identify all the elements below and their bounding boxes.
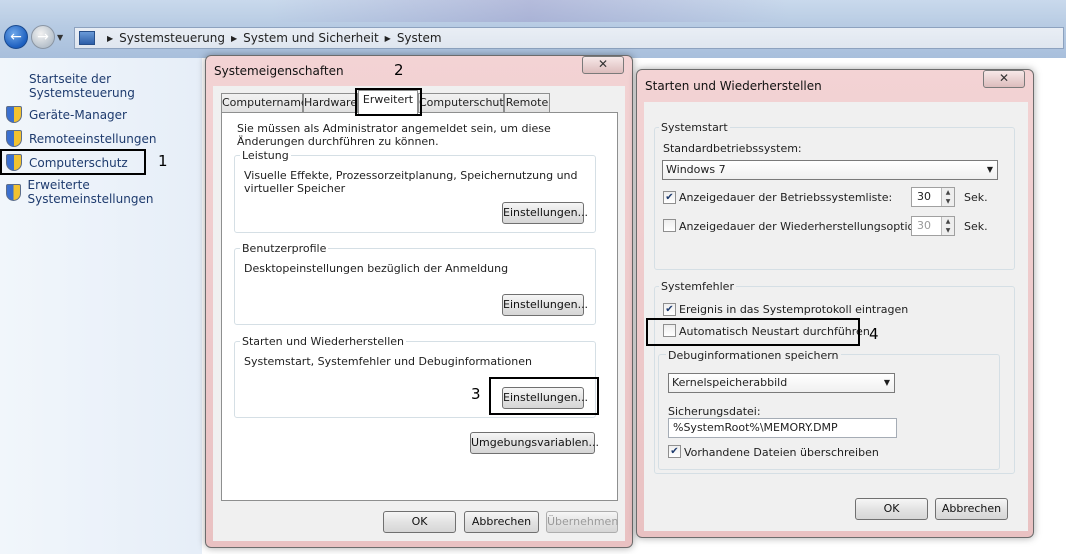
chevron-down-icon: ▼: [883, 378, 890, 387]
annotation-box-1: [0, 149, 146, 175]
show-recovery-options-label: Anzeigedauer der Wiederherstellungsoptio…: [679, 220, 939, 233]
seconds-unit-label: Sek.: [964, 191, 988, 204]
admin-note: Sie müssen als Administrator angemeldet …: [237, 122, 551, 148]
debug-info-select[interactable]: Kernelspeicherabbild ▼: [668, 373, 895, 393]
cancel-button[interactable]: Abbrechen: [464, 511, 539, 533]
checkmark-icon: ✔: [665, 304, 674, 315]
startup-recovery-group-label: Starten und Wiederherstellen: [240, 335, 406, 348]
checkmark-icon: ✔: [670, 446, 679, 457]
uac-shield-icon: [6, 183, 21, 201]
chevron-right-icon[interactable]: ▶: [107, 34, 113, 43]
control-panel-home-link[interactable]: Startseite der Systemsteuerung: [29, 72, 202, 100]
overwrite-checkbox[interactable]: ✔: [668, 445, 681, 458]
annotation-number-3: 3: [471, 385, 481, 403]
tab-system-protection[interactable]: Computerschutz: [418, 93, 510, 113]
recent-pages-dropdown[interactable]: ▼: [57, 33, 63, 42]
show-recovery-seconds-value: 30: [917, 219, 931, 232]
annotation-box-4: [646, 318, 860, 346]
tab-remote[interactable]: Remote: [504, 93, 550, 113]
sidebar-item-label: Erweiterte Systemeinstellungen: [27, 178, 154, 206]
ok-button[interactable]: OK: [855, 498, 928, 520]
show-os-list-label: Anzeigedauer der Betriebssystemliste:: [679, 191, 893, 204]
user-profiles-description: Desktopeinstellungen bezüglich der Anmel…: [244, 262, 509, 275]
cancel-button[interactable]: Abbrechen: [935, 498, 1008, 520]
seconds-unit-label: Sek.: [964, 220, 988, 233]
annotation-number-1: 1: [158, 152, 168, 170]
performance-description: Visuelle Effekte, Prozessorzeitplanung, …: [244, 169, 578, 195]
close-icon: ✕: [597, 57, 609, 71]
control-panel-icon: [79, 31, 95, 45]
taskbar-thumbnails: [270, 0, 790, 22]
show-os-list-seconds-value: 30: [917, 190, 931, 203]
uac-shield-icon: [6, 130, 22, 147]
write-event-label: Ereignis in das Systemprotokoll eintrage…: [679, 303, 909, 316]
sidebar-item-advanced-settings[interactable]: Erweiterte Systemeinstellungen: [6, 178, 202, 206]
show-recovery-seconds-input[interactable]: 30 ▲ ▼: [911, 216, 955, 236]
chevron-down-icon: ▼: [986, 165, 993, 174]
tab-hardware[interactable]: Hardware: [303, 93, 358, 113]
chevron-right-icon[interactable]: ▶: [385, 34, 391, 43]
systemfehler-group-label: Systemfehler: [659, 280, 736, 293]
performance-group-label: Leistung: [240, 149, 291, 162]
annotation-box-2: [355, 88, 422, 116]
default-os-value: Windows 7: [666, 163, 726, 176]
show-os-list-checkbox[interactable]: ✔: [663, 191, 676, 204]
sidebar-item-label: Remoteeinstellungen: [29, 131, 157, 146]
breadcrumb-system[interactable]: System: [397, 31, 442, 45]
apply-button[interactable]: Übernehmen: [546, 511, 618, 533]
arrow-left-icon: ←: [10, 29, 22, 45]
chevron-right-icon[interactable]: ▶: [231, 34, 237, 43]
forward-button[interactable]: →: [31, 25, 55, 49]
default-os-label: Standardbetriebssystem:: [663, 142, 802, 155]
dump-file-label: Sicherungsdatei:: [668, 405, 761, 418]
ok-button[interactable]: OK: [383, 511, 456, 533]
user-profiles-group-label: Benutzerprofile: [240, 242, 329, 255]
default-os-select[interactable]: Windows 7 ▼: [662, 160, 998, 180]
spin-arrows-icon[interactable]: ▲ ▼: [941, 188, 954, 206]
control-panel-sidebar: Startseite der Systemsteuerung Geräte-Ma…: [0, 58, 202, 554]
breadcrumb-system-security[interactable]: System und Sicherheit: [243, 31, 379, 45]
annotation-box-3: [489, 377, 599, 415]
breadcrumb-control-panel[interactable]: Systemsteuerung: [119, 31, 225, 45]
write-event-checkbox[interactable]: ✔: [663, 303, 676, 316]
dialog-title: Starten und Wiederherstellen: [645, 79, 822, 93]
debug-info-group-label: Debuginformationen speichern: [666, 349, 841, 362]
performance-settings-button[interactable]: Einstellungen...: [502, 202, 588, 224]
environment-variables-button[interactable]: Umgebungsvariablen...: [470, 432, 599, 454]
sidebar-item-device-manager[interactable]: Geräte-Manager: [6, 106, 127, 123]
back-button[interactable]: ←: [4, 25, 28, 49]
show-recovery-options-checkbox[interactable]: [663, 219, 676, 232]
annotation-number-4: 4: [869, 325, 879, 343]
systemstart-group-label: Systemstart: [659, 121, 730, 134]
overwrite-label: Vorhandene Dateien überschreiben: [684, 446, 879, 459]
address-bar[interactable]: ▶ Systemsteuerung ▶ System und Sicherhei…: [74, 27, 1064, 49]
user-profiles-settings-button[interactable]: Einstellungen...: [502, 294, 588, 316]
checkmark-icon: ✔: [665, 192, 674, 203]
spin-arrows-icon[interactable]: ▲ ▼: [941, 217, 954, 235]
sidebar-item-label: Geräte-Manager: [29, 107, 127, 122]
uac-shield-icon: [6, 106, 22, 123]
dialog-title: Systemeigenschaften: [214, 64, 344, 78]
tab-computername[interactable]: Computername: [221, 93, 308, 113]
sidebar-item-remote-settings[interactable]: Remoteeinstellungen: [6, 130, 156, 147]
debug-info-value: Kernelspeicherabbild: [672, 376, 788, 389]
close-icon: ✕: [998, 71, 1010, 85]
arrow-right-icon: →: [37, 29, 49, 45]
close-button[interactable]: ✕: [983, 70, 1025, 88]
close-button[interactable]: ✕: [582, 56, 624, 74]
explorer-toolbar: ← → ▼ ▶ Systemsteuerung ▶ System und Sic…: [0, 0, 1066, 58]
show-os-list-seconds-input[interactable]: 30 ▲ ▼: [911, 187, 955, 207]
startup-recovery-description: Systemstart, Systemfehler und Debuginfor…: [244, 355, 532, 368]
dump-file-input[interactable]: %SystemRoot%\MEMORY.DMP: [668, 418, 897, 438]
annotation-number-2: 2: [394, 61, 404, 79]
